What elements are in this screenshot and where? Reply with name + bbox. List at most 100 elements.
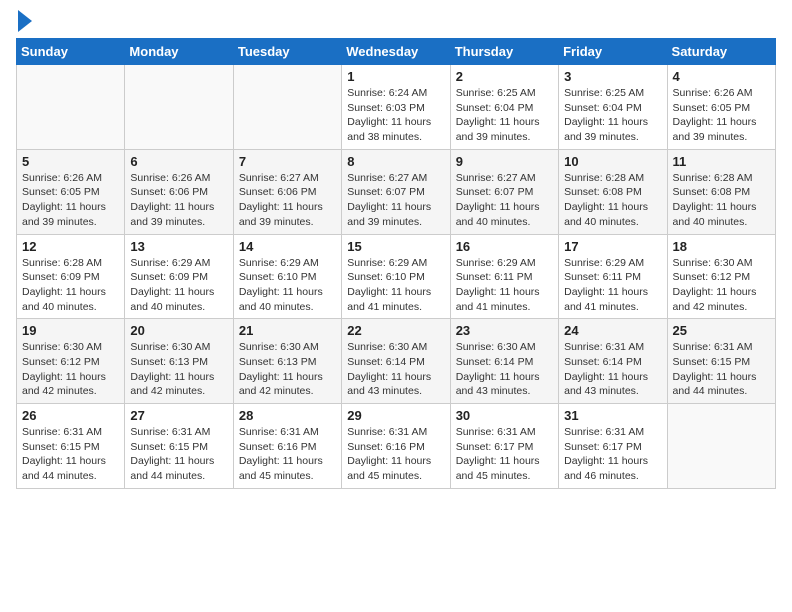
- day-number: 8: [347, 154, 444, 169]
- day-number: 10: [564, 154, 661, 169]
- day-info: Sunrise: 6:29 AM Sunset: 6:10 PM Dayligh…: [239, 256, 336, 315]
- day-number: 20: [130, 323, 227, 338]
- calendar-cell: 12 Sunrise: 6:28 AM Sunset: 6:09 PM Dayli…: [17, 234, 125, 319]
- day-info: Sunrise: 6:31 AM Sunset: 6:17 PM Dayligh…: [564, 425, 661, 484]
- calendar-cell: 13Sunrise: 6:29 AM Sunset: 6:09 PM Dayli…: [125, 234, 233, 319]
- day-number: 7: [239, 154, 336, 169]
- calendar-cell: [233, 65, 341, 150]
- day-number: 22: [347, 323, 444, 338]
- day-number: 27: [130, 408, 227, 423]
- calendar-cell: 20 Sunrise: 6:30 AM Sunset: 6:13 PM Dayli…: [125, 319, 233, 404]
- calendar-cell: 7 Sunrise: 6:27 AM Sunset: 6:06 PM Daylig…: [233, 149, 341, 234]
- calendar-cell: 9Sunrise: 6:27 AM Sunset: 6:07 PM Daylig…: [450, 149, 558, 234]
- day-number: 31: [564, 408, 661, 423]
- day-info: Sunrise: 6:27 AM Sunset: 6:06 PM Dayligh…: [239, 171, 336, 230]
- day-number: 14: [239, 239, 336, 254]
- weekday-header-wednesday: Wednesday: [342, 39, 450, 65]
- day-info: Sunrise: 6:31 AM Sunset: 6:14 PM Dayligh…: [564, 340, 661, 399]
- day-number: 25: [673, 323, 770, 338]
- day-info: Sunrise: 6:29 AM Sunset: 6:11 PM Dayligh…: [564, 256, 661, 315]
- calendar-cell: 26 Sunrise: 6:31 AM Sunset: 6:15 PM Dayli…: [17, 404, 125, 489]
- calendar-cell: 15 Sunrise: 6:29 AM Sunset: 6:10 PM Dayli…: [342, 234, 450, 319]
- weekday-header-tuesday: Tuesday: [233, 39, 341, 65]
- calendar-cell: 21 Sunrise: 6:30 AM Sunset: 6:13 PM Dayli…: [233, 319, 341, 404]
- day-number: 15: [347, 239, 444, 254]
- day-info: Sunrise: 6:26 AM Sunset: 6:05 PM Dayligh…: [22, 171, 119, 230]
- day-number: 6: [130, 154, 227, 169]
- weekday-header-monday: Monday: [125, 39, 233, 65]
- calendar-cell: 31 Sunrise: 6:31 AM Sunset: 6:17 PM Dayli…: [559, 404, 667, 489]
- day-number: 24: [564, 323, 661, 338]
- calendar-body: 1 Sunrise: 6:24 AM Sunset: 6:03 PM Daylig…: [17, 65, 776, 489]
- day-info: Sunrise: 6:30 AM Sunset: 6:13 PM Dayligh…: [239, 340, 336, 399]
- calendar-cell: [125, 65, 233, 150]
- calendar-cell: 1 Sunrise: 6:24 AM Sunset: 6:03 PM Daylig…: [342, 65, 450, 150]
- day-info: Sunrise: 6:27 AM Sunset: 6:07 PM Dayligh…: [456, 171, 553, 230]
- day-info: Sunrise: 6:30 AM Sunset: 6:13 PM Dayligh…: [130, 340, 227, 399]
- calendar-cell: 29Sunrise: 6:31 AM Sunset: 6:16 PM Dayli…: [342, 404, 450, 489]
- calendar-cell: 25 Sunrise: 6:31 AM Sunset: 6:15 PM Dayli…: [667, 319, 775, 404]
- day-info: Sunrise: 6:26 AM Sunset: 6:05 PM Dayligh…: [673, 86, 770, 145]
- calendar-cell: 24 Sunrise: 6:31 AM Sunset: 6:14 PM Dayli…: [559, 319, 667, 404]
- day-info: Sunrise: 6:31 AM Sunset: 6:15 PM Dayligh…: [673, 340, 770, 399]
- day-number: 11: [673, 154, 770, 169]
- day-info: Sunrise: 6:25 AM Sunset: 6:04 PM Dayligh…: [456, 86, 553, 145]
- day-number: 26: [22, 408, 119, 423]
- calendar-cell: 11Sunrise: 6:28 AM Sunset: 6:08 PM Dayli…: [667, 149, 775, 234]
- day-number: 1: [347, 69, 444, 84]
- week-row-2: 5 Sunrise: 6:26 AM Sunset: 6:05 PM Daylig…: [17, 149, 776, 234]
- day-info: Sunrise: 6:30 AM Sunset: 6:14 PM Dayligh…: [347, 340, 444, 399]
- week-row-3: 12 Sunrise: 6:28 AM Sunset: 6:09 PM Dayli…: [17, 234, 776, 319]
- week-row-4: 19 Sunrise: 6:30 AM Sunset: 6:12 PM Dayli…: [17, 319, 776, 404]
- calendar-cell: 8 Sunrise: 6:27 AM Sunset: 6:07 PM Daylig…: [342, 149, 450, 234]
- calendar-cell: [17, 65, 125, 150]
- day-info: Sunrise: 6:26 AM Sunset: 6:06 PM Dayligh…: [130, 171, 227, 230]
- calendar-cell: 3Sunrise: 6:25 AM Sunset: 6:04 PM Daylig…: [559, 65, 667, 150]
- day-number: 4: [673, 69, 770, 84]
- calendar-cell: 4 Sunrise: 6:26 AM Sunset: 6:05 PM Daylig…: [667, 65, 775, 150]
- calendar-cell: 30Sunrise: 6:31 AM Sunset: 6:17 PM Dayli…: [450, 404, 558, 489]
- day-number: 5: [22, 154, 119, 169]
- calendar-cell: 23Sunrise: 6:30 AM Sunset: 6:14 PM Dayli…: [450, 319, 558, 404]
- day-info: Sunrise: 6:30 AM Sunset: 6:12 PM Dayligh…: [22, 340, 119, 399]
- day-info: Sunrise: 6:29 AM Sunset: 6:10 PM Dayligh…: [347, 256, 444, 315]
- weekday-header-sunday: Sunday: [17, 39, 125, 65]
- day-number: 21: [239, 323, 336, 338]
- calendar-cell: 18Sunrise: 6:30 AM Sunset: 6:12 PM Dayli…: [667, 234, 775, 319]
- day-info: Sunrise: 6:25 AM Sunset: 6:04 PM Dayligh…: [564, 86, 661, 145]
- calendar-cell: 5 Sunrise: 6:26 AM Sunset: 6:05 PM Daylig…: [17, 149, 125, 234]
- day-info: Sunrise: 6:28 AM Sunset: 6:09 PM Dayligh…: [22, 256, 119, 315]
- calendar-cell: 28 Sunrise: 6:31 AM Sunset: 6:16 PM Dayli…: [233, 404, 341, 489]
- day-number: 18: [673, 239, 770, 254]
- day-info: Sunrise: 6:29 AM Sunset: 6:09 PM Dayligh…: [130, 256, 227, 315]
- calendar-table: SundayMondayTuesdayWednesdayThursdayFrid…: [16, 38, 776, 489]
- calendar-cell: 6 Sunrise: 6:26 AM Sunset: 6:06 PM Daylig…: [125, 149, 233, 234]
- week-row-5: 26 Sunrise: 6:31 AM Sunset: 6:15 PM Dayli…: [17, 404, 776, 489]
- day-number: 19: [22, 323, 119, 338]
- day-info: Sunrise: 6:27 AM Sunset: 6:07 PM Dayligh…: [347, 171, 444, 230]
- calendar-cell: 16Sunrise: 6:29 AM Sunset: 6:11 PM Dayli…: [450, 234, 558, 319]
- page: SundayMondayTuesdayWednesdayThursdayFrid…: [0, 0, 792, 612]
- calendar-cell: 2 Sunrise: 6:25 AM Sunset: 6:04 PM Daylig…: [450, 65, 558, 150]
- logo-icon: [18, 10, 32, 32]
- day-number: 28: [239, 408, 336, 423]
- day-number: 17: [564, 239, 661, 254]
- calendar-cell: 19 Sunrise: 6:30 AM Sunset: 6:12 PM Dayli…: [17, 319, 125, 404]
- calendar-cell: 22 Sunrise: 6:30 AM Sunset: 6:14 PM Dayli…: [342, 319, 450, 404]
- day-number: 2: [456, 69, 553, 84]
- day-info: Sunrise: 6:24 AM Sunset: 6:03 PM Dayligh…: [347, 86, 444, 145]
- day-number: 29: [347, 408, 444, 423]
- logo: [16, 14, 32, 32]
- day-info: Sunrise: 6:31 AM Sunset: 6:17 PM Dayligh…: [456, 425, 553, 484]
- day-number: 12: [22, 239, 119, 254]
- day-info: Sunrise: 6:31 AM Sunset: 6:16 PM Dayligh…: [239, 425, 336, 484]
- calendar-cell: [667, 404, 775, 489]
- calendar-cell: 10Sunrise: 6:28 AM Sunset: 6:08 PM Dayli…: [559, 149, 667, 234]
- day-info: Sunrise: 6:29 AM Sunset: 6:11 PM Dayligh…: [456, 256, 553, 315]
- week-row-1: 1 Sunrise: 6:24 AM Sunset: 6:03 PM Daylig…: [17, 65, 776, 150]
- weekday-header-saturday: Saturday: [667, 39, 775, 65]
- calendar-cell: 17 Sunrise: 6:29 AM Sunset: 6:11 PM Dayli…: [559, 234, 667, 319]
- day-info: Sunrise: 6:31 AM Sunset: 6:15 PM Dayligh…: [22, 425, 119, 484]
- day-info: Sunrise: 6:30 AM Sunset: 6:14 PM Dayligh…: [456, 340, 553, 399]
- weekday-header-thursday: Thursday: [450, 39, 558, 65]
